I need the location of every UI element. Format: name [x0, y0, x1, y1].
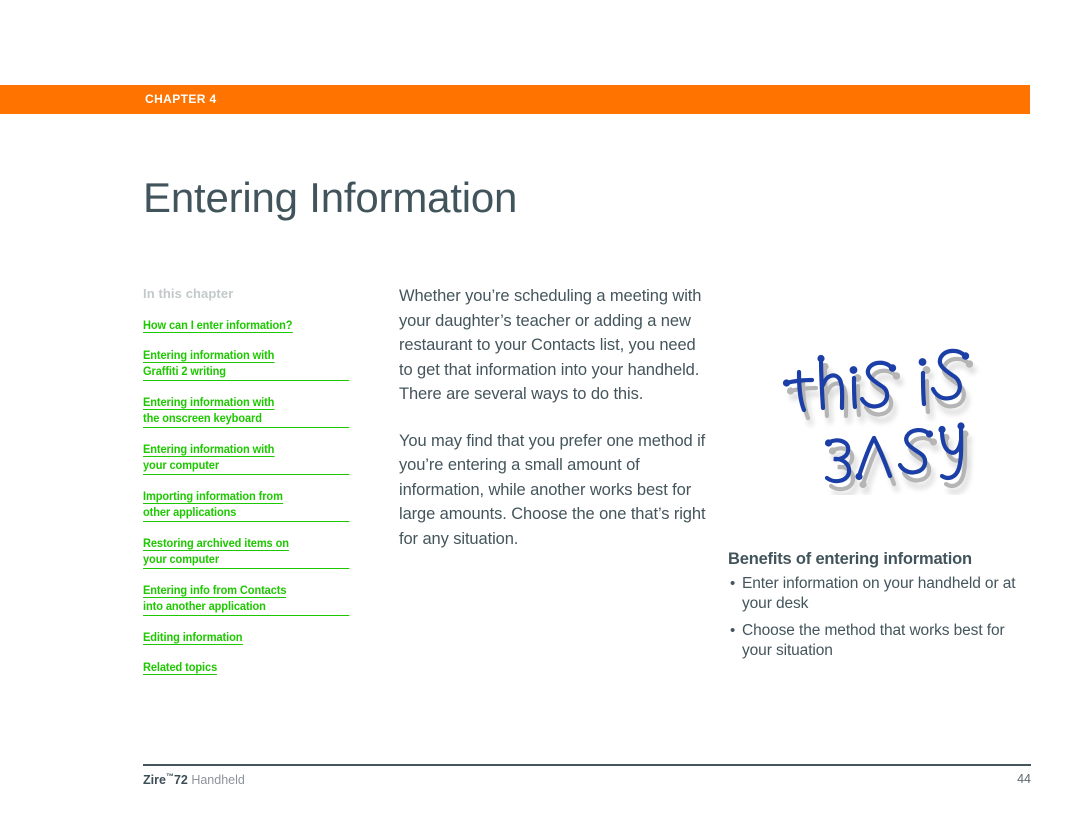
- in-this-chapter-section: In this chapter How can I enter informat…: [143, 286, 358, 690]
- toc-link-line-1: Editing information: [143, 632, 243, 645]
- chapter-label: CHAPTER 4: [145, 92, 217, 106]
- bullet-icon: •: [730, 575, 736, 592]
- bullet-icon: •: [730, 622, 736, 639]
- toc-link-how-can-i-enter-information[interactable]: How can I enter information?: [143, 318, 349, 334]
- toc-link-line-1: Importing information from: [143, 491, 283, 504]
- body-paragraph-1: Whether you’re scheduling a meeting with…: [399, 287, 702, 403]
- toc-link-entering-info-from-contacts-into-another-application[interactable]: Entering info from Contacts into another…: [143, 583, 350, 616]
- toc-link-line-1: Entering information with: [143, 444, 275, 457]
- toc-link-restoring-archived-items-on-your-computer[interactable]: Restoring archived items on your compute…: [143, 536, 350, 569]
- page-footer: Zire™72 Handheld 44: [143, 772, 1031, 792]
- toc-link-line-1: How can I enter information?: [143, 320, 293, 333]
- toc-link-line-1: Entering info from Contacts: [143, 585, 287, 598]
- page-title: Entering Information: [143, 174, 518, 222]
- toc-link-line-1: Entering information with: [143, 350, 275, 363]
- benefit-list-item: • Enter information on your handheld or …: [728, 574, 1033, 613]
- toc-heading: In this chapter: [143, 286, 234, 301]
- toc-link-line-1: Related topics: [143, 662, 218, 675]
- toc-link-line-2: the onscreen keyboard: [143, 411, 350, 428]
- toc-link-editing-information[interactable]: Editing information: [143, 630, 349, 646]
- footer-model: 72: [173, 773, 188, 788]
- toc-link-line-2: Graffiti 2 writing: [143, 364, 350, 381]
- toc-link-entering-information-with-the-onscreen-keyboard[interactable]: Entering information with the onscreen k…: [143, 395, 350, 428]
- toc-link-entering-information-with-your-computer[interactable]: Entering information with your computer: [143, 442, 350, 475]
- toc-link-entering-information-with-graffiti-2-writing[interactable]: Entering information with Graffiti 2 wri…: [143, 348, 350, 381]
- toc-link-line-1: Entering information with: [143, 397, 275, 410]
- toc-link-line-2: other applications: [143, 505, 350, 522]
- page-number: 44: [1017, 772, 1031, 786]
- toc-link-related-topics[interactable]: Related topics: [143, 660, 349, 676]
- footer-product-label: Zire™72 Handheld: [143, 772, 245, 787]
- toc-link-line-1: Restoring archived items on: [143, 538, 289, 551]
- benefit-list-item: • Choose the method that works best for …: [728, 621, 1033, 660]
- benefits-title: Benefits of entering information: [728, 550, 972, 568]
- benefit-text: Enter information on your handheld or at…: [742, 575, 1016, 612]
- benefits-section: Benefits of entering information • Enter…: [728, 550, 1033, 668]
- benefit-text: Choose the method that works best for yo…: [742, 622, 1005, 659]
- toc-link-line-2: into another application: [143, 599, 350, 616]
- toc-link-importing-information-from-other-applications[interactable]: Importing information from other applica…: [143, 489, 350, 522]
- footer-brand: Zire: [143, 773, 166, 788]
- chapter-banner: CHAPTER 4: [0, 85, 1030, 114]
- intro-body-text: Whether you’re scheduling a meeting with…: [399, 284, 709, 551]
- toc-link-line-2: your computer: [143, 458, 350, 475]
- trademark-icon: ™: [165, 772, 174, 781]
- toc-link-line-2: your computer: [143, 552, 350, 569]
- graffiti-handwriting-icon: [766, 330, 1036, 495]
- footer-product: Handheld: [187, 773, 245, 788]
- body-paragraph-2: You may find that you prefer one method …: [399, 431, 706, 548]
- footer-divider: [143, 764, 1031, 766]
